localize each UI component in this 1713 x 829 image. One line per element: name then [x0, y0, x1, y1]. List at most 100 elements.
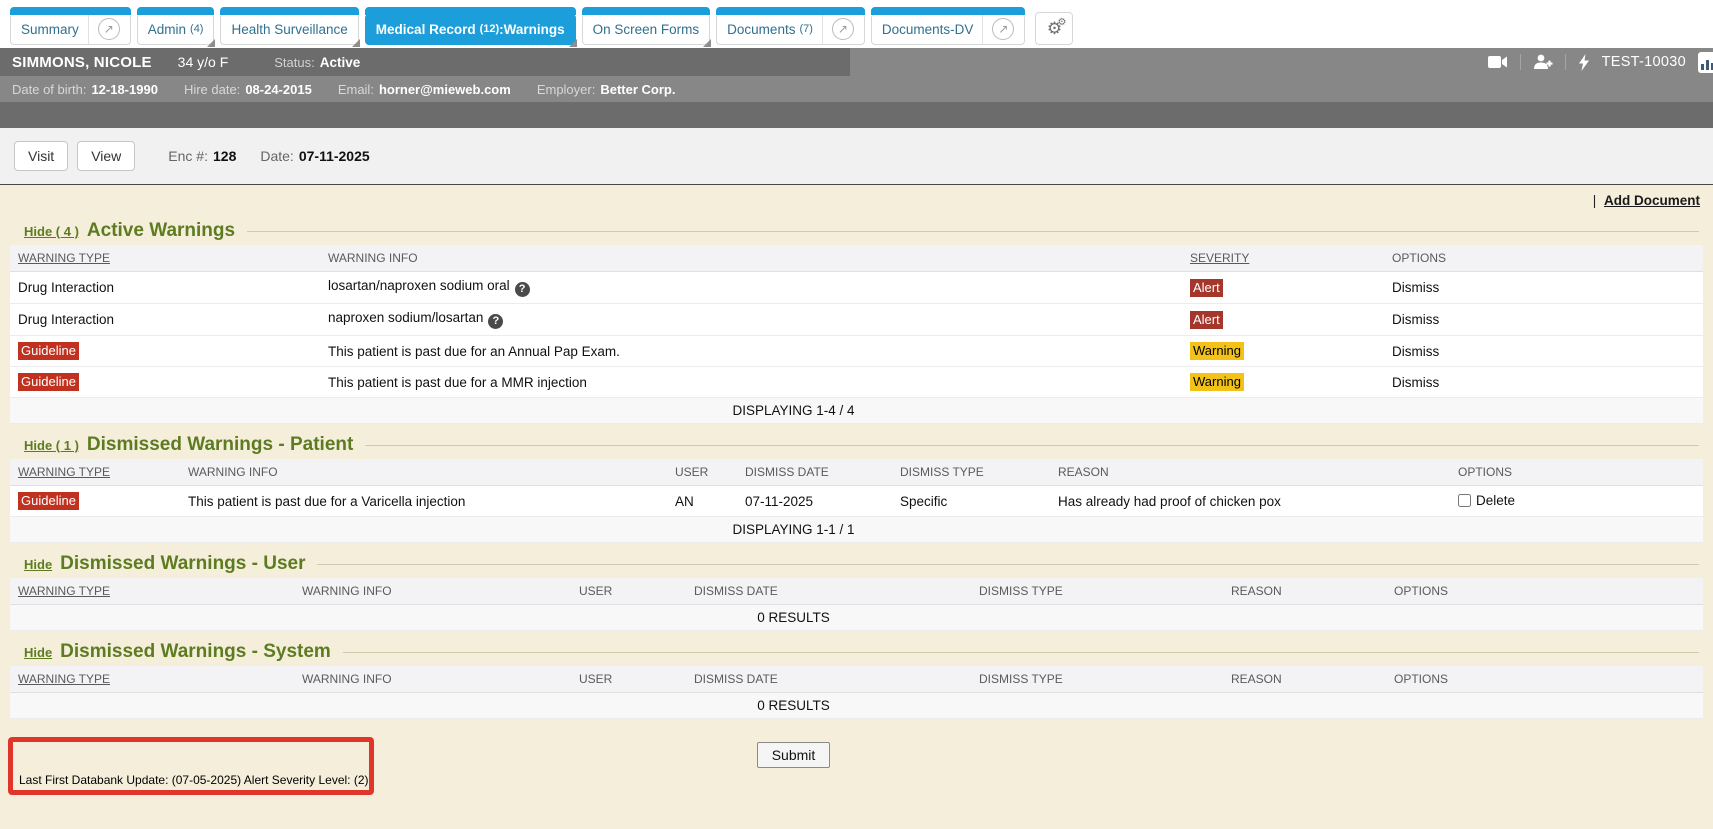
tab-health-surveillance[interactable]: Health Surveillance — [220, 14, 358, 45]
col-dismiss-type: DISMISS TYPE — [971, 666, 1223, 693]
section-title: Dismissed Warnings - Patient — [87, 434, 353, 456]
dismiss-link[interactable]: Dismiss — [1392, 280, 1439, 295]
tab-suffix: :Warnings — [499, 22, 565, 37]
patient-header-actions: TEST-10030 — [850, 48, 1713, 76]
employer-field: Employer:Better Corp. — [537, 82, 676, 97]
col-warning-type[interactable]: WARNING TYPE — [10, 245, 320, 272]
col-warning-type[interactable]: WARNING TYPE — [10, 666, 294, 693]
col-reason: REASON — [1223, 666, 1386, 693]
tab-admin[interactable]: Admin (4) — [137, 14, 215, 45]
dismiss-link[interactable]: Dismiss — [1392, 312, 1439, 327]
delete-label: Delete — [1476, 493, 1515, 508]
tab-medical-record[interactable]: Medical Record (12) :Warnings — [365, 14, 576, 45]
view-button[interactable]: View — [77, 141, 135, 171]
patient-age-sex: 34 y/o F — [178, 54, 229, 70]
hide-toggle-link[interactable]: Hide ( 4 ) — [24, 224, 79, 239]
warning-info-text: naproxen sodium/losartan — [328, 310, 483, 325]
col-dismiss-date: DISMISS DATE — [686, 666, 971, 693]
table-row: Drug Interaction naproxen sodium/losarta… — [10, 304, 1703, 336]
severity-badge: Alert — [1190, 279, 1223, 297]
delete-checkbox[interactable] — [1458, 494, 1471, 507]
options-cell: Delete — [1450, 486, 1703, 517]
section-title: Dismissed Warnings - System — [60, 641, 331, 663]
severity-cell: Alert — [1182, 304, 1384, 336]
warning-info-cell: This patient is past due for a MMR injec… — [320, 367, 1182, 398]
col-user: USER — [571, 666, 686, 693]
enc-date-value: 07-11-2025 — [299, 148, 370, 164]
visit-button[interactable]: Visit — [14, 141, 68, 171]
col-dismiss-date: DISMISS DATE — [686, 578, 971, 605]
popout-icon[interactable]: ↗ — [992, 18, 1014, 40]
bar-chart-icon[interactable] — [1698, 52, 1713, 73]
patient-header: SIMMONS, NICOLE 34 y/o F Status: Active … — [0, 48, 1713, 128]
dismiss-link[interactable]: Dismiss — [1392, 375, 1439, 390]
warning-info-text: losartan/naproxen sodium oral — [328, 278, 510, 293]
hire-date-value: 08-24-2015 — [245, 82, 312, 97]
popout-wrap: ↗ — [88, 14, 120, 44]
pipe-separator: | — [1593, 193, 1597, 208]
email-label: Email: — [338, 82, 374, 97]
tab-documents-dv[interactable]: Documents-DV ↗ — [871, 14, 1026, 45]
results-count: DISPLAYING 1-4 / 4 — [10, 398, 1703, 424]
options-cell: Dismiss — [1384, 272, 1703, 304]
section-dismissed-patient: Hide ( 1 ) Dismissed Warnings - Patient … — [0, 434, 1713, 543]
annotation-highlight-box: Last First Databank Update: (07-05-2025)… — [8, 737, 374, 795]
col-user: USER — [571, 578, 686, 605]
tab-label: Health Surveillance — [231, 22, 347, 37]
add-document-link[interactable]: Add Document — [1604, 193, 1700, 208]
table-row: Guideline This patient is past due for a… — [10, 486, 1703, 517]
patient-name: SIMMONS, NICOLE — [12, 54, 152, 71]
patient-identity: SIMMONS, NICOLE 34 y/o F Status: Active — [0, 48, 850, 76]
tab-documents[interactable]: Documents (7) ↗ — [716, 14, 865, 45]
email-field: Email:horner@mieweb.com — [338, 82, 511, 97]
help-icon[interactable]: ? — [488, 314, 503, 329]
tab-count: (12) — [480, 23, 500, 35]
tab-on-screen-forms[interactable]: On Screen Forms — [582, 14, 711, 45]
settings-gear-button[interactable]: ⚙ ⚙ — [1035, 12, 1073, 45]
enc-date-label: Date: — [260, 148, 293, 164]
col-dismiss-type: DISMISS TYPE — [971, 578, 1223, 605]
tab-label: Documents — [727, 22, 795, 37]
section-title: Active Warnings — [87, 220, 235, 242]
enc-number-value: 128 — [213, 148, 236, 164]
warning-type-cell: Drug Interaction — [10, 304, 320, 336]
tab-count: (4) — [190, 23, 203, 35]
dismissed-user-table: WARNING TYPE WARNING INFO USER DISMISS D… — [10, 578, 1703, 631]
col-severity[interactable]: SEVERITY — [1182, 245, 1384, 272]
employer-value: Better Corp. — [600, 82, 675, 97]
hide-toggle-link[interactable]: Hide — [24, 557, 52, 572]
table-row: Guideline This patient is past due for a… — [10, 367, 1703, 398]
col-warning-type[interactable]: WARNING TYPE — [10, 578, 294, 605]
delete-option[interactable]: Delete — [1458, 493, 1515, 508]
tab-summary[interactable]: Summary ↗ — [10, 14, 131, 45]
help-icon[interactable]: ? — [515, 282, 530, 297]
active-warnings-table: WARNING TYPE WARNING INFO SEVERITY OPTIO… — [10, 245, 1703, 424]
options-cell: Dismiss — [1384, 304, 1703, 336]
dismiss-type-cell: Specific — [892, 486, 1050, 517]
video-camera-icon[interactable] — [1488, 55, 1508, 69]
col-options: OPTIONS — [1450, 459, 1703, 486]
warning-type-cell: Drug Interaction — [10, 272, 320, 304]
submit-button[interactable]: Submit — [757, 742, 831, 768]
warning-type-cell: Guideline — [10, 336, 320, 367]
hide-toggle-link[interactable]: Hide ( 1 ) — [24, 438, 79, 453]
popout-icon[interactable]: ↗ — [832, 18, 854, 40]
popout-icon[interactable]: ↗ — [98, 18, 120, 40]
guideline-badge: Guideline — [18, 492, 79, 510]
patient-header-row3 — [0, 102, 1713, 128]
col-warning-type[interactable]: WARNING TYPE — [10, 459, 180, 486]
user-cell: AN — [667, 486, 737, 517]
section-rule — [365, 445, 1699, 446]
add-person-icon[interactable] — [1533, 54, 1553, 70]
severity-badge: Alert — [1190, 311, 1223, 329]
hire-date-label: Hire date: — [184, 82, 240, 97]
tab-bar: Summary ↗ Admin (4) Health Surveillance … — [0, 0, 1713, 48]
hide-toggle-link[interactable]: Hide — [24, 645, 52, 660]
dismiss-link[interactable]: Dismiss — [1392, 344, 1439, 359]
lightning-bolt-icon[interactable] — [1578, 54, 1590, 71]
table-header-row: WARNING TYPE WARNING INFO USER DISMISS D… — [10, 578, 1703, 605]
table-header-row: WARNING TYPE WARNING INFO USER DISMISS D… — [10, 459, 1703, 486]
options-cell: Dismiss — [1384, 336, 1703, 367]
dob-label: Date of birth: — [12, 82, 86, 97]
tab-count: (7) — [799, 23, 812, 35]
